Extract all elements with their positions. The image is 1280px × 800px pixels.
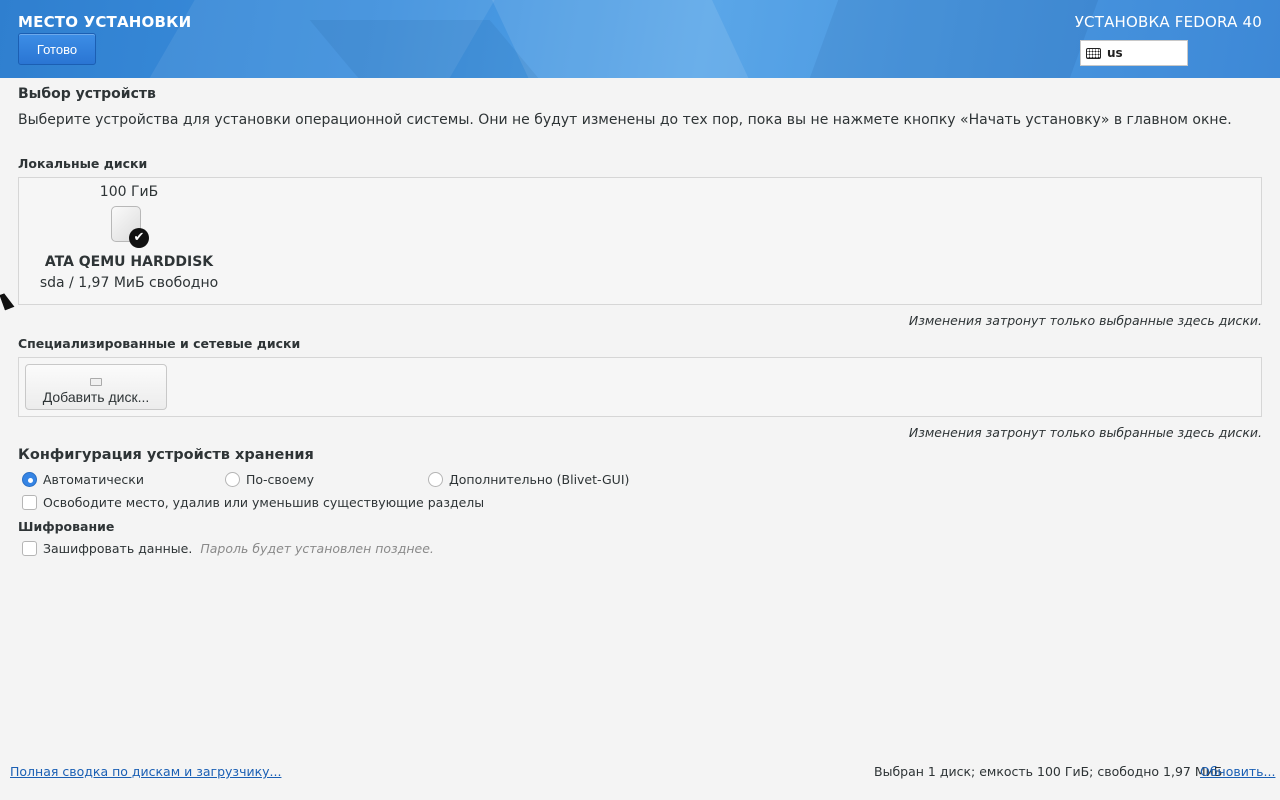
encrypt-label: Зашифровать данные. (43, 541, 193, 556)
encrypt-hint: Пароль будет установлен позднее. (200, 541, 434, 556)
radio-custom-label: По-своему (246, 472, 314, 487)
selected-check-icon: ✔ (129, 228, 149, 248)
local-disks-note: Изменения затронут только выбранные здес… (908, 313, 1262, 328)
disk-name: ATA QEMU HARDDISK (44, 254, 214, 270)
add-disk-button[interactable]: Добавить диск... (25, 364, 167, 410)
radio-advanced-label: Дополнительно (Blivet-GUI) (449, 472, 630, 487)
add-disk-icon (90, 378, 102, 386)
device-selection-description: Выберите устройства для установки операц… (18, 112, 1232, 128)
disk-device: sda (39, 275, 65, 291)
disk-info: sda / 1,97 МиБ свободно (31, 275, 227, 291)
keyboard-icon (1086, 47, 1101, 59)
add-disk-label: Добавить диск... (42, 389, 150, 405)
mouse-cursor-icon (0, 291, 15, 311)
harddisk-icon: ✔ (109, 204, 149, 248)
radio-automatic-indicator[interactable] (22, 472, 37, 487)
radio-advanced-indicator[interactable] (428, 472, 443, 487)
radio-automatic-label: Автоматически (43, 472, 144, 487)
local-disks-heading: Локальные диски (18, 156, 148, 171)
encrypt-checkbox[interactable] (22, 541, 37, 556)
selection-status: Выбран 1 диск; емкость 100 ГиБ; свободно… (874, 764, 1223, 779)
refresh-link[interactable]: Обновить... (1200, 764, 1275, 779)
reclaim-space-option[interactable]: Освободите место, удалив или уменьшив су… (22, 495, 484, 510)
disk-size: 100 ГиБ (99, 184, 159, 200)
reclaim-space-label: Освободите место, удалив или уменьшив су… (43, 495, 485, 510)
device-selection-heading: Выбор устройств (18, 86, 156, 102)
product-title: УСТАНОВКА FEDORA 40 (1074, 13, 1262, 31)
disk-separator: / (69, 275, 74, 291)
disk-free: 1,97 МиБ свободно (78, 275, 219, 291)
special-disks-note: Изменения затронут только выбранные здес… (908, 425, 1262, 440)
reclaim-space-checkbox[interactable] (22, 495, 37, 510)
special-disks-heading: Специализированные и сетевые диски (18, 336, 301, 351)
encryption-heading: Шифрование (18, 519, 115, 534)
radio-custom-indicator[interactable] (225, 472, 240, 487)
radio-custom[interactable]: По-своему (225, 472, 314, 487)
header-banner: МЕСТО УСТАНОВКИ Готово УСТАНОВКА FEDORA … (0, 0, 1280, 78)
keyboard-layout-indicator[interactable]: us (1080, 40, 1188, 66)
keyboard-layout-label: us (1107, 46, 1123, 60)
special-disks-panel: Добавить диск... (18, 357, 1262, 417)
done-button[interactable]: Готово (18, 33, 96, 65)
full-disk-summary-link[interactable]: Полная сводка по дискам и загрузчику... (10, 764, 281, 779)
local-disks-panel: 100 ГиБ ✔ ATA QEMU HARDDISK sda / 1,97 М… (18, 177, 1262, 305)
storage-config-heading: Конфигурация устройств хранения (18, 447, 314, 463)
radio-advanced[interactable]: Дополнительно (Blivet-GUI) (428, 472, 629, 487)
radio-automatic[interactable]: Автоматически (22, 472, 144, 487)
encrypt-option[interactable]: Зашифровать данные. Пароль будет установ… (22, 541, 434, 556)
page-title: МЕСТО УСТАНОВКИ (18, 13, 192, 31)
disk-sda[interactable]: 100 ГиБ ✔ ATA QEMU HARDDISK sda / 1,97 М… (31, 184, 227, 291)
